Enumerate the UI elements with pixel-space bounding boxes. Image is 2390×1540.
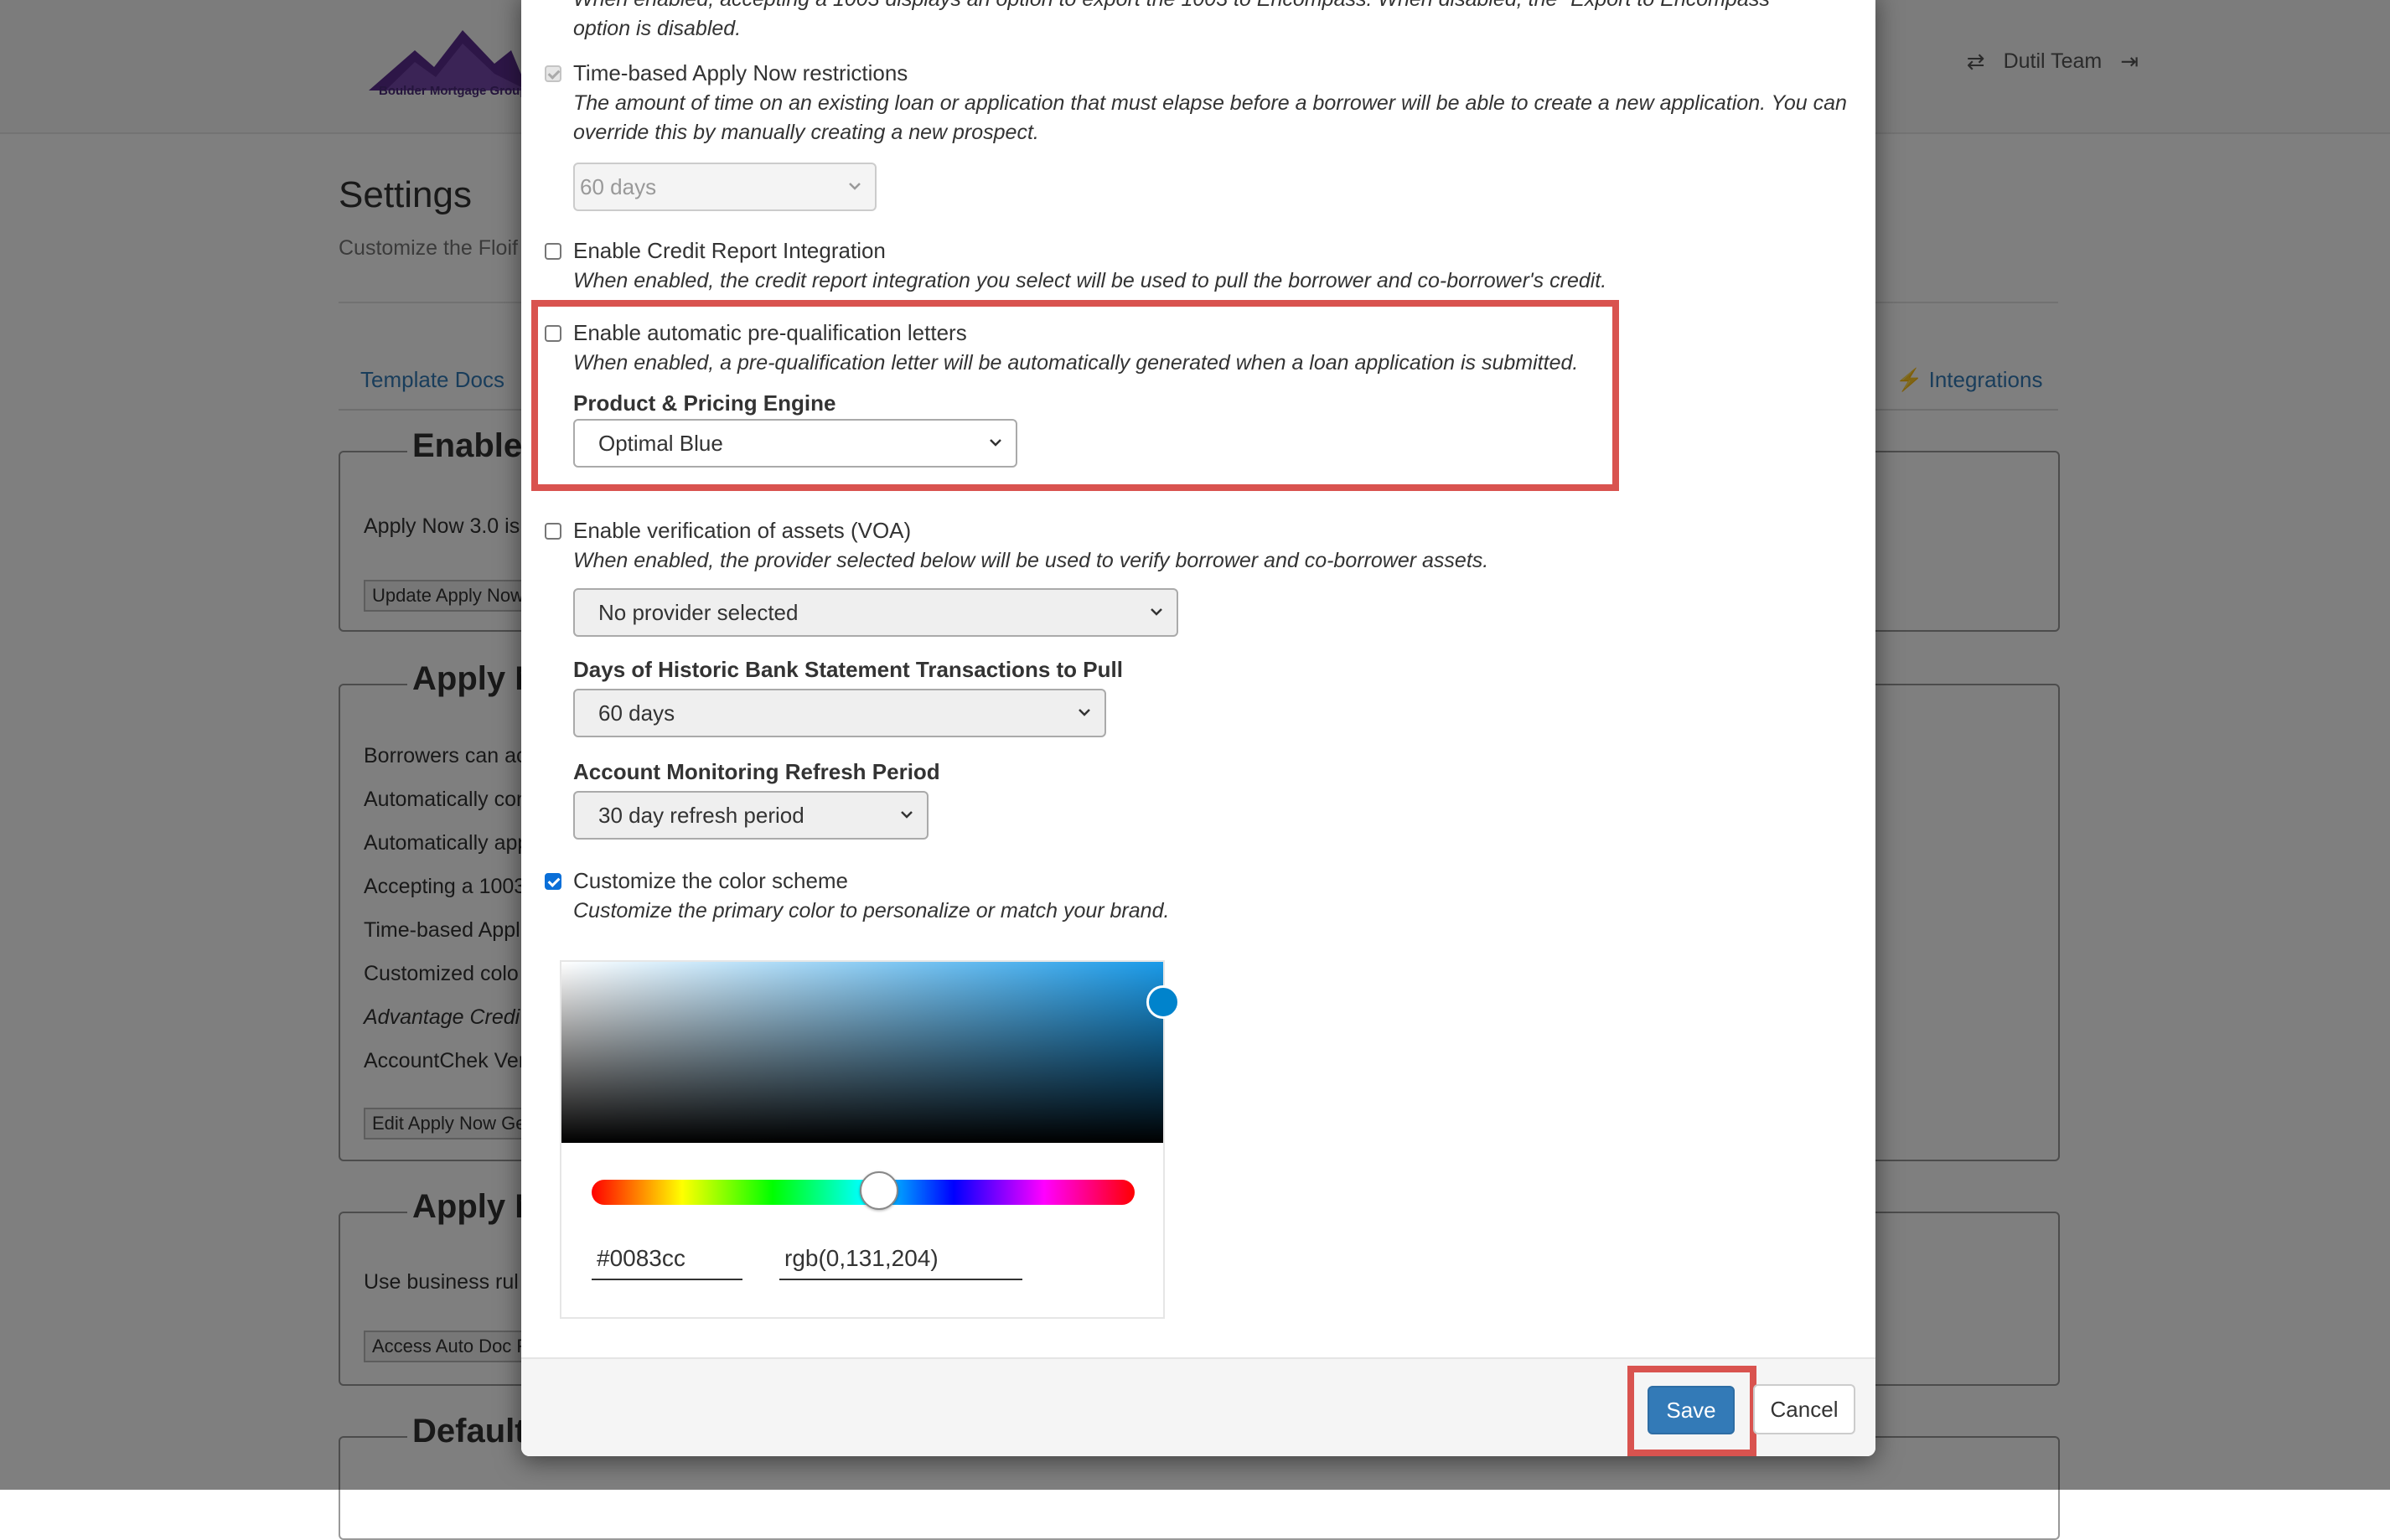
pricing-engine-label: Product & Pricing Engine [573,390,836,416]
select-value: No provider selected [598,599,799,625]
help-line-1: When enabled, accepting a 1003 displays … [573,0,1847,14]
time-based-restrictions-label: Time-based Apply Now restrictions [573,60,908,85]
credit-report-label: Enable Credit Report Integration [573,238,886,263]
select-value: Optimal Blue [598,430,723,456]
saturation-area[interactable] [561,962,1163,1143]
voa-label: Enable verification of assets (VOA) [573,518,912,543]
hue-handle[interactable] [860,1171,898,1210]
chevron-down-icon [849,183,861,190]
chevron-down-icon [901,811,913,819]
chevron-down-icon [1079,709,1090,716]
color-scheme-help: Customize the primary color to personali… [573,899,1170,922]
voa-checkbox[interactable] [545,523,561,540]
save-button[interactable]: Save [1648,1386,1735,1434]
bank-days-label: Days of Historic Bank Statement Transact… [573,657,1123,682]
refresh-period-select[interactable]: 30 day refresh period [573,791,929,840]
rgb-input[interactable]: rgb(0,131,204) [779,1238,1022,1280]
encompass-export-help: When enabled, accepting a 1003 displays … [573,0,1847,44]
prequal-letters-checkbox[interactable] [545,325,561,342]
color-scheme-label: Customize the color scheme [573,868,849,893]
saturation-handle[interactable] [1146,985,1180,1019]
time-based-restrictions-checkbox[interactable] [545,65,561,82]
bank-days-select[interactable]: 60 days [573,689,1106,737]
select-value: 30 day refresh period [598,802,804,828]
help-line-2: option is disabled. [573,17,742,40]
credit-report-checkbox[interactable] [545,243,561,260]
prequal-letters-label: Enable automatic pre-qualification lette… [573,320,967,345]
pricing-engine-select[interactable]: Optimal Blue [573,419,1017,468]
select-value: 60 days [598,700,675,726]
refresh-period-label: Account Monitoring Refresh Period [573,759,940,784]
color-scheme-checkbox[interactable] [545,873,561,890]
chevron-down-icon [990,439,1001,447]
voa-help: When enabled, the provider selected belo… [573,549,1489,572]
voa-provider-select[interactable]: No provider selected [573,588,1178,637]
color-picker: #0083cc rgb(0,131,204) [560,960,1180,1319]
apply-now-settings-modal: When enabled, accepting a 1003 displays … [521,0,1875,1456]
hex-input[interactable]: #0083cc [592,1238,742,1280]
time-based-days-select[interactable]: 60 days [573,163,877,211]
credit-report-help: When enabled, the credit report integrat… [573,269,1607,292]
time-based-restrictions-help: The amount of time on an existing loan o… [573,91,1847,144]
prequal-letters-help: When enabled, a pre-qualification letter… [573,351,1579,375]
chevron-down-icon [1151,608,1162,616]
cancel-button[interactable]: Cancel [1753,1384,1855,1434]
select-value: 60 days [580,173,657,199]
